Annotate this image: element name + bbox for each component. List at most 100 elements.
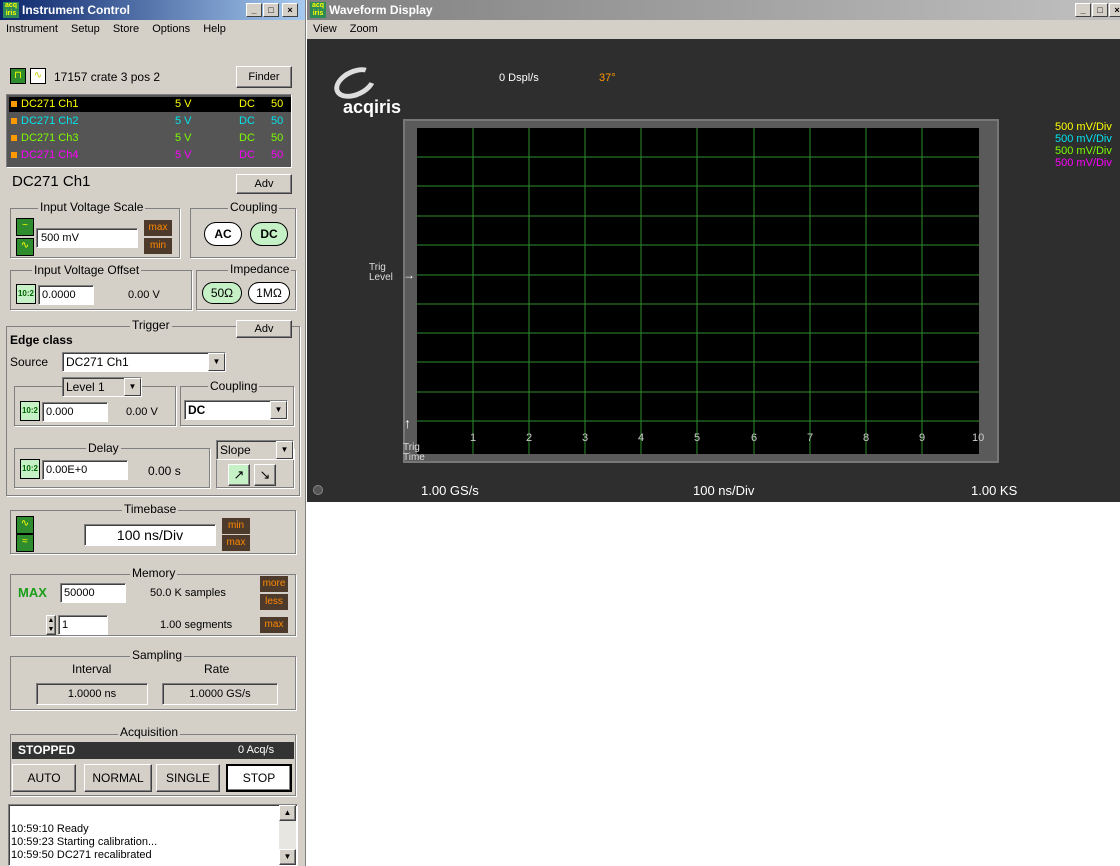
scale-min-button[interactable]: min	[144, 238, 172, 254]
impedance-1m-button[interactable]: 1MΩ	[248, 282, 290, 304]
trigger-delay-input[interactable]: 0.00E+0	[42, 460, 128, 480]
analyzer-icon[interactable]: ∿	[30, 68, 46, 84]
menu-store[interactable]: Store	[113, 23, 139, 35]
digit-entry-icon[interactable]: 10:2	[20, 401, 40, 421]
memory-less-button[interactable]: less	[260, 594, 288, 610]
channel-name: DC271 Ch1	[21, 98, 79, 110]
timebase-min-button[interactable]: min	[222, 518, 250, 534]
channel-row-4[interactable]: DC271 Ch4 5 V DC 50	[9, 148, 291, 163]
dropdown-arrow-icon[interactable]: ▼	[270, 401, 287, 419]
trigger-slope-label: Slope	[220, 443, 251, 457]
digit-entry-icon[interactable]: 10:2	[16, 284, 36, 304]
trigger-delay-value: 0.00E+0	[46, 464, 88, 476]
trigger-label: Trigger	[130, 318, 172, 332]
channel-row-2[interactable]: DC271 Ch2 5 V DC 50	[9, 114, 291, 129]
coupling-ac-button[interactable]: AC	[204, 222, 242, 246]
finder-button[interactable]: Finder	[236, 66, 292, 88]
timebase-up-icon[interactable]: ∿	[16, 516, 34, 534]
dropdown-arrow-icon[interactable]: ▼	[276, 441, 293, 459]
memory-samples-readout: 50.0 K samples	[150, 587, 226, 599]
menu-zoom[interactable]: Zoom	[350, 23, 378, 35]
log-line: 10:59:10 Ready	[11, 823, 89, 835]
close-button[interactable]: ×	[1109, 3, 1120, 17]
trigger-coupling-select[interactable]: DC ▼	[184, 400, 288, 420]
single-button[interactable]: SINGLE	[156, 764, 220, 792]
menu-help[interactable]: Help	[203, 23, 226, 35]
selected-channel-label: DC271 Ch1	[12, 173, 91, 190]
waveform-titlebar[interactable]: acq iris Waveform Display _ □ ×	[307, 0, 1120, 20]
scroll-up-icon[interactable]: ▲	[279, 805, 296, 821]
trigger-adv-button[interactable]: Adv	[236, 320, 292, 338]
scope-panel: acqiris 0 Dspl/s 37° 500 mV/Div 500 mV/D…	[307, 39, 1120, 502]
x-tick-label: 4	[638, 432, 645, 444]
minimize-button[interactable]: _	[1075, 3, 1091, 17]
scroll-down-icon[interactable]: ▼	[279, 849, 296, 865]
maximize-button[interactable]: □	[263, 3, 279, 17]
timebase-down-icon[interactable]: ≈	[16, 534, 34, 552]
dropdown-arrow-icon[interactable]: ▼	[124, 378, 141, 396]
slope-falling-icon[interactable]: ↘	[254, 464, 276, 486]
maximize-button[interactable]: □	[1092, 3, 1108, 17]
waveform-title: Waveform Display	[329, 3, 433, 17]
normal-button[interactable]: NORMAL	[84, 764, 152, 792]
trig-time-arrow-icon[interactable]: ↑	[404, 415, 411, 431]
log-line: 10:59:50 DC271 recalibrated	[11, 849, 152, 861]
instrument-titlebar[interactable]: acq iris Instrument Control _ □ ×	[0, 0, 305, 20]
device-label: 17157 crate 3 pos 2	[54, 70, 161, 84]
digitizer-icon[interactable]: ⊓	[10, 68, 26, 84]
channel-row-3[interactable]: DC271 Ch3 5 V DC 50	[9, 131, 291, 146]
coupling-dc-button[interactable]: DC	[250, 222, 288, 246]
timebase-input[interactable]: 100 ns/Div	[84, 524, 216, 546]
channel-adv-button[interactable]: Adv	[236, 174, 292, 194]
menu-view[interactable]: View	[313, 23, 337, 35]
menu-setup[interactable]: Setup	[71, 23, 100, 35]
message-log[interactable]: 10:59:10 Ready 10:59:23 Starting calibra…	[8, 804, 298, 866]
segments-spinner-icon[interactable]: ▲ ▼	[46, 615, 56, 635]
memory-segments-value: 1	[62, 619, 69, 631]
scale-max-button[interactable]: max	[144, 220, 172, 236]
timebase-max-button[interactable]: max	[222, 535, 250, 551]
voltage-offset-input[interactable]: 0.0000	[38, 285, 94, 305]
coupling-label: Coupling	[228, 200, 280, 214]
auto-button[interactable]: AUTO	[12, 764, 76, 792]
waveform-grid[interactable]	[417, 128, 979, 454]
x-tick-label: 6	[751, 432, 758, 444]
impedance-label: Impedance	[228, 262, 292, 276]
memory-more-button[interactable]: more	[260, 576, 288, 592]
scale-down-icon[interactable]: ∿	[16, 238, 34, 256]
trigger-level-input[interactable]: 0.000	[42, 402, 108, 422]
channel-coupling: DC	[239, 132, 255, 144]
sample-rate-readout: 1.00 GS/s	[421, 483, 479, 498]
scale-up-icon[interactable]: ~	[16, 218, 34, 236]
scale-list: 500 mV/Div 500 mV/Div 500 mV/Div 500 mV/…	[1055, 121, 1112, 169]
slope-rising-icon[interactable]: ↗	[228, 464, 250, 486]
trig-level-arrow-icon[interactable]: →	[403, 268, 415, 282]
channel-row-1[interactable]: DC271 Ch1 5 V DC 50	[9, 97, 291, 112]
voltage-scale-input[interactable]: 500 mV	[36, 228, 138, 248]
minimize-button[interactable]: _	[246, 3, 262, 17]
menu-instrument[interactable]: Instrument	[6, 23, 58, 35]
memory-samples-input[interactable]: 50000	[60, 583, 126, 603]
trigger-source-select[interactable]: DC271 Ch1 ▼	[62, 352, 226, 372]
digit-entry-icon[interactable]: 10:2	[20, 459, 40, 479]
channel-coupling: DC	[239, 115, 255, 127]
channel-coupling: DC	[239, 98, 255, 110]
voltage-scale-value: 500 mV	[41, 232, 79, 244]
channel-list[interactable]: DC271 Ch1 5 V DC 50 DC271 Ch2 5 V DC 50 …	[6, 94, 292, 168]
trigger-slope-select[interactable]: Slope ▼	[216, 440, 294, 460]
log-line: 10:59:23 Starting calibration...	[11, 836, 158, 848]
impedance-50-button[interactable]: 50Ω	[202, 282, 242, 304]
channel-volts: 5 V	[175, 115, 192, 127]
channel-ohms: 50	[271, 132, 284, 144]
dropdown-arrow-icon[interactable]: ▼	[208, 353, 225, 371]
acqiris-app-icon: acq iris	[3, 2, 19, 18]
channel-scale-4: 500 mV/Div	[1055, 157, 1112, 169]
channel-ohms: 50	[271, 149, 284, 161]
memory-segments-input[interactable]: 1	[58, 615, 108, 635]
log-scrollbar[interactable]: ▲ ▼	[279, 805, 296, 865]
trigger-level-select[interactable]: Level 1 ▼	[62, 377, 142, 397]
memory-max-button[interactable]: max	[260, 617, 288, 633]
stop-button[interactable]: STOP	[226, 764, 292, 792]
menu-options[interactable]: Options	[152, 23, 190, 35]
close-button[interactable]: ×	[282, 3, 298, 17]
